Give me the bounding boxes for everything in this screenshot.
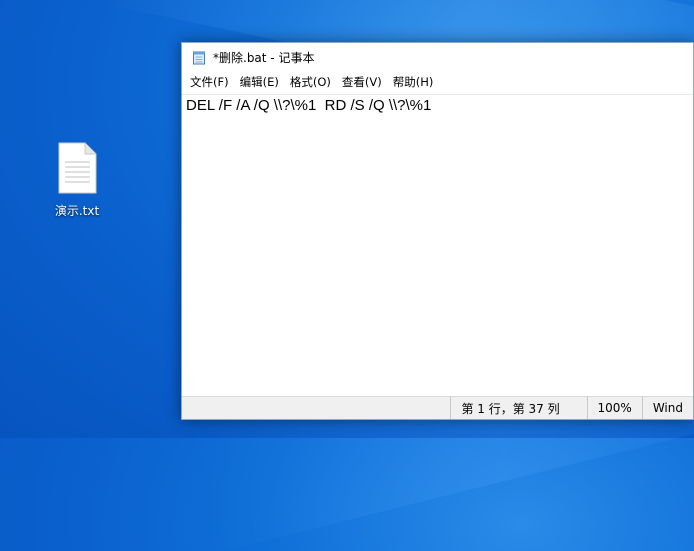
text-file-icon (57, 142, 97, 194)
status-bar: 第 1 行，第 37 列 100% Wind (182, 396, 693, 419)
menu-format[interactable]: 格式(O) (288, 74, 338, 90)
cursor-position: 第 1 行，第 37 列 (450, 397, 586, 419)
line-ending: Wind (641, 397, 693, 419)
title-bar[interactable]: *删除.bat - 记事本 (182, 43, 693, 71)
window-title: *删除.bat - 记事本 (213, 50, 315, 65)
text-editor[interactable]: DEL /F /A /Q \\?\%1 RD /S /Q \\?\%1 (182, 94, 693, 397)
menu-edit[interactable]: 编辑(E) (238, 74, 286, 90)
menu-help[interactable]: 帮助(H) (391, 74, 441, 90)
zoom-level: 100% (586, 397, 642, 419)
desktop-file-label: 演示.txt (54, 204, 100, 218)
desktop-file-icon[interactable]: 演示.txt (46, 142, 108, 219)
notepad-icon (193, 51, 205, 64)
menu-file[interactable]: 文件(F) (188, 74, 236, 90)
menu-view[interactable]: 查看(V) (340, 74, 389, 90)
editor-content[interactable]: DEL /F /A /Q \\?\%1 RD /S /Q \\?\%1 (182, 95, 693, 116)
notepad-window[interactable]: *删除.bat - 记事本 文件(F) 编辑(E) 格式(O) 查看(V) 帮助… (181, 42, 694, 420)
menu-bar: 文件(F) 编辑(E) 格式(O) 查看(V) 帮助(H) (182, 71, 693, 93)
